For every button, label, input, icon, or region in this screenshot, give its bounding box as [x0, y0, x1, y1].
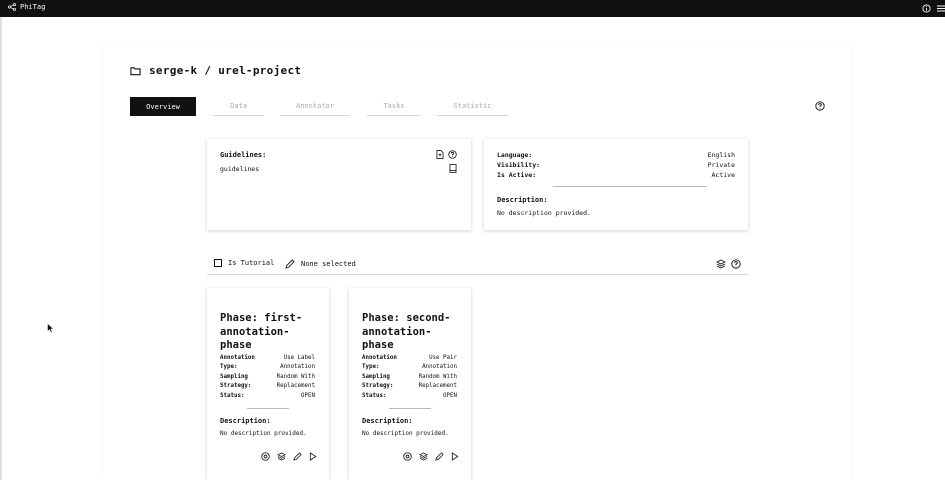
app-name: PhiTag — [20, 3, 46, 11]
file-icon[interactable] — [436, 150, 444, 159]
phase-toolbar: Is Tutorial None selected — [207, 255, 748, 275]
layers-icon[interactable] — [277, 452, 286, 461]
project-info-card: Language: English Visibility: Private Is… — [484, 139, 748, 230]
language-label: Language: — [497, 151, 533, 159]
share-icon — [8, 3, 16, 11]
description-label: Description: — [362, 417, 413, 425]
selection-label: None selected — [301, 260, 356, 268]
play-icon[interactable] — [309, 452, 317, 461]
project-title: serge-k / urel-project — [149, 64, 302, 77]
description-label: Description: — [497, 196, 548, 204]
status-row: Status: OPEN — [220, 392, 315, 401]
tab-statistic[interactable]: Statistic — [437, 97, 508, 116]
annotation-type-row: Annotation Type: Use Label Annotation — [220, 354, 315, 371]
pencil-icon[interactable] — [435, 452, 444, 461]
status-value: OPEN — [443, 393, 457, 399]
description-value: No description provided. — [362, 430, 449, 437]
tab-label: Tasks — [383, 102, 405, 110]
target-icon[interactable] — [261, 452, 270, 461]
tab-data[interactable]: Data — [213, 97, 264, 116]
play-icon[interactable] — [451, 452, 459, 461]
phase-card[interactable]: Phase: second-annotation-phase Annotatio… — [349, 288, 471, 480]
book-icon[interactable] — [449, 164, 457, 173]
sampling-row: Sampling Strategy: Random With Replaceme… — [362, 373, 457, 390]
tab-tasks[interactable]: Tasks — [367, 97, 421, 116]
phase-card[interactable]: Phase: first-annotation-phase Annotation… — [207, 288, 329, 480]
menu-icon[interactable] — [937, 5, 945, 12]
tutorial-toggle[interactable]: Is Tutorial — [214, 259, 274, 267]
divider — [553, 186, 707, 187]
status-value: OPEN — [301, 393, 315, 399]
phase-actions — [403, 452, 459, 461]
brand[interactable]: PhiTag — [8, 3, 45, 11]
sampling-value: Random With Replacement — [418, 374, 457, 389]
info-icon[interactable] — [922, 4, 931, 13]
annotation-type-value: Use Pair Annotation — [422, 355, 457, 370]
left-border — [0, 17, 2, 480]
selection-indicator[interactable]: None selected — [285, 259, 356, 269]
sampling-value: Random With Replacement — [276, 374, 315, 389]
guidelines-label: Guidelines: — [220, 151, 267, 159]
active-value: Active — [711, 171, 735, 179]
active-label: Is Active: — [497, 171, 537, 179]
phase-title: Phase: second-annotation-phase — [362, 312, 451, 351]
annotation-type-value: Use Label Annotation — [280, 355, 315, 370]
pencil-icon[interactable] — [293, 452, 302, 461]
help-icon[interactable] — [448, 150, 457, 159]
description-value: No description provided. — [497, 209, 591, 217]
tab-overview[interactable]: Overview — [130, 97, 196, 116]
annotation-type-label: Annotation Type: — [362, 355, 397, 370]
divider — [389, 408, 431, 409]
visibility-value: Private — [707, 161, 735, 169]
tutorial-label: Is Tutorial — [228, 259, 275, 267]
sampling-row: Sampling Strategy: Random With Replaceme… — [220, 373, 315, 390]
layers-icon[interactable] — [716, 259, 726, 269]
tab-label: Data — [230, 102, 247, 110]
checkbox-icon[interactable] — [214, 259, 222, 267]
page-title: serge-k / urel-project — [130, 64, 301, 77]
status-label: Status: — [362, 393, 387, 399]
guidelines-file[interactable]: guidelines — [220, 165, 259, 173]
target-icon[interactable] — [403, 452, 412, 461]
divider — [247, 408, 289, 409]
guidelines-card: Guidelines: guidelines — [207, 139, 471, 230]
tab-label: Annotator — [296, 102, 334, 110]
visibility-label: Visibility: — [497, 161, 541, 169]
tab-label: Statistic — [453, 102, 492, 110]
help-icon[interactable] — [731, 259, 741, 269]
status-label: Status: — [220, 393, 245, 399]
tab-annotator[interactable]: Annotator — [280, 97, 350, 116]
sampling-label: Sampling Strategy: — [220, 374, 252, 389]
top-bar: PhiTag — [0, 0, 945, 17]
tab-label: Overview — [146, 102, 180, 111]
phase-actions — [261, 452, 317, 461]
annotation-type-row: Annotation Type: Use Pair Annotation — [362, 354, 457, 371]
annotation-type-label: Annotation Type: — [220, 355, 255, 370]
phase-title: Phase: first-annotation-phase — [220, 312, 303, 351]
status-row: Status: OPEN — [362, 392, 457, 401]
layers-icon[interactable] — [419, 452, 428, 461]
mouse-cursor-icon — [47, 323, 54, 333]
pencil-icon — [285, 259, 295, 269]
language-value: English — [707, 151, 735, 159]
sampling-label: Sampling Strategy: — [362, 374, 394, 389]
description-label: Description: — [220, 417, 271, 425]
folder-icon — [130, 66, 141, 76]
help-icon[interactable] — [815, 101, 825, 111]
description-value: No description provided. — [220, 430, 307, 437]
